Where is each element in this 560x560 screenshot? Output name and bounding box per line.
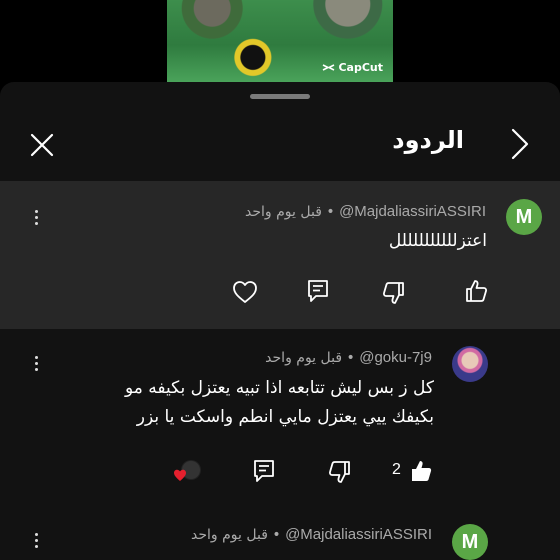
comment-time: قبل يوم واحد	[245, 204, 322, 220]
dislike-icon[interactable]	[325, 457, 355, 487]
comment-author[interactable]: @MajdaliassiriASSIRI	[285, 526, 432, 543]
comment-time: قبل يوم واحد	[191, 527, 268, 543]
avatar[interactable]: M	[452, 524, 488, 560]
more-options-icon[interactable]	[26, 351, 46, 375]
separator-dot: •	[272, 527, 281, 543]
creator-heart-icon	[174, 460, 201, 481]
dislike-icon[interactable]	[379, 278, 409, 308]
comment-meta: قبل يوم واحد • @MajdaliassiriASSIRI	[191, 526, 432, 543]
close-icon[interactable]	[28, 131, 56, 159]
comment-text: كل ز بس ليش تتابعه اذا تبيه يعتزل بكيفه …	[125, 374, 434, 432]
comment-author[interactable]: @goku-7j9	[359, 349, 432, 366]
comment-item: M قبل يوم واحد • @MajdaliassiriASSIRI اع…	[0, 181, 560, 329]
comment-time: قبل يوم واحد	[265, 350, 343, 366]
separator-dot: •	[326, 204, 335, 220]
reply-icon[interactable]	[249, 456, 279, 486]
like-icon-filled[interactable]	[406, 456, 436, 486]
chevron-right-icon[interactable]	[505, 126, 533, 162]
replies-panel: الردود M قبل يوم واحد • @MajdaliassiriAS…	[0, 82, 560, 560]
panel-header: الردود	[0, 112, 560, 180]
capcut-icon	[323, 64, 335, 71]
comment-item: M قبل يوم واحد • @MajdaliassiriASSIRI	[0, 512, 560, 560]
panel-title: الردود	[392, 126, 464, 154]
comment-author[interactable]: @MajdaliassiriASSIRI	[339, 203, 486, 220]
heart-icon[interactable]	[230, 277, 260, 307]
reply-icon[interactable]	[303, 276, 333, 306]
more-options-icon[interactable]	[26, 528, 46, 552]
video-frame: CapCut	[167, 0, 393, 82]
comment-item: قبل يوم واحد • @goku-7j9 كل ز بس ليش تتا…	[0, 329, 560, 509]
comment-text-line: بكيفك ييي يعتزل مايي انطم واسكت يا بزر	[136, 407, 434, 427]
capcut-watermark: CapCut	[322, 61, 383, 74]
comment-text-line: كل ز بس ليش تتابعه اذا تبيه يعتزل بكيفه …	[124, 378, 434, 398]
capcut-label: CapCut	[338, 61, 383, 74]
avatar[interactable]: M	[506, 199, 542, 235]
comment-meta: قبل يوم واحد • @MajdaliassiriASSIRI	[245, 203, 486, 220]
video-player[interactable]: CapCut	[0, 0, 560, 82]
more-options-icon[interactable]	[26, 205, 46, 229]
separator-dot: •	[346, 350, 355, 366]
comment-meta: قبل يوم واحد • @goku-7j9	[265, 349, 432, 366]
like-icon[interactable]	[461, 276, 491, 306]
drag-handle[interactable]	[250, 94, 310, 99]
avatar[interactable]	[452, 346, 488, 382]
comment-text: اعتزللللللللللل	[388, 231, 487, 251]
like-count: 2	[392, 461, 401, 478]
